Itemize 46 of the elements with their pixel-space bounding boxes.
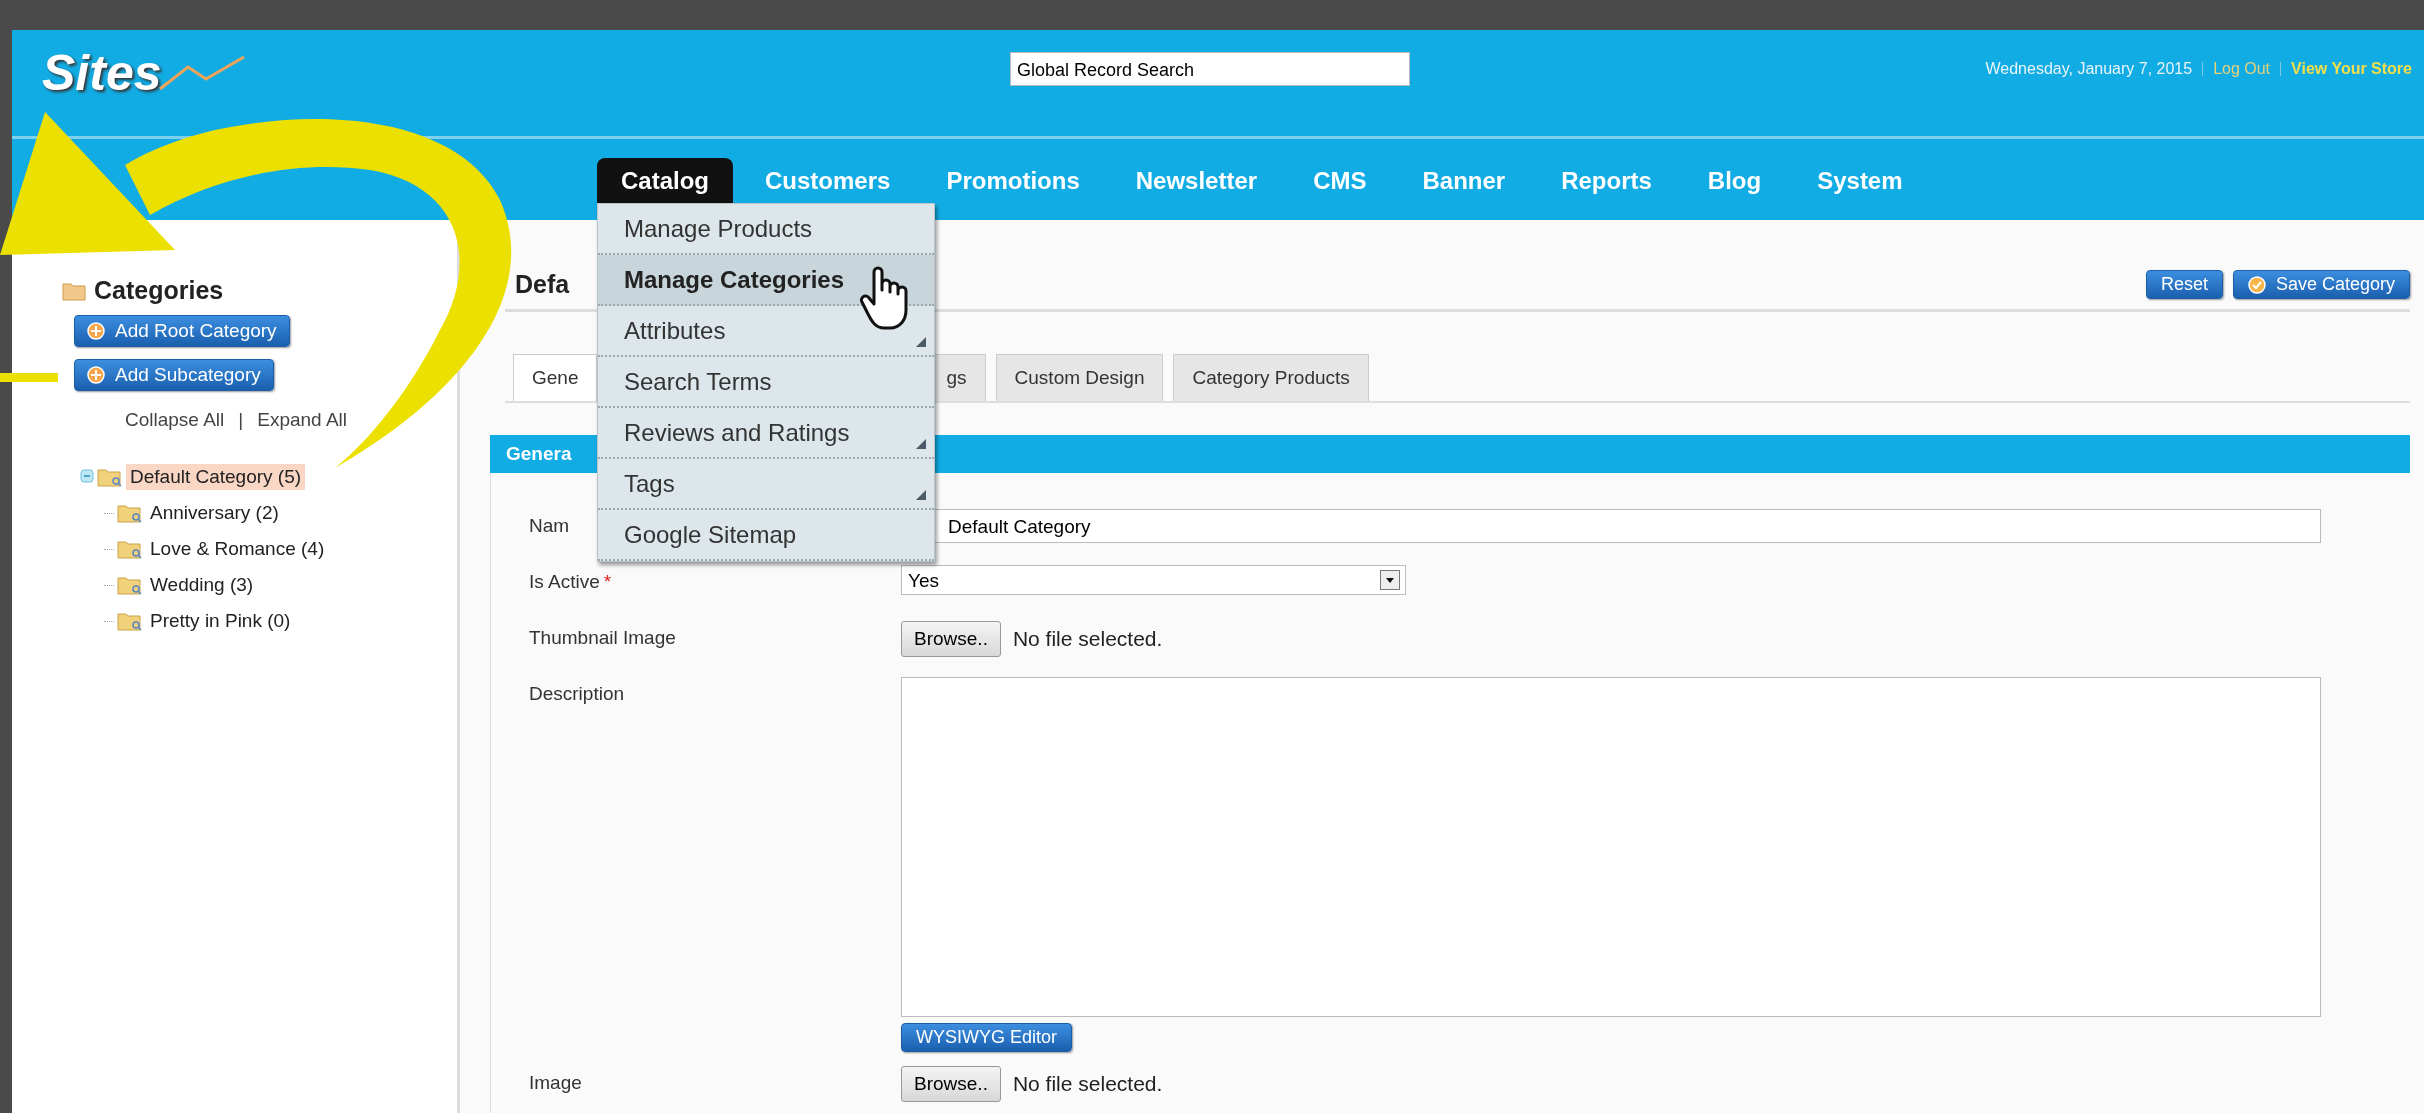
tree-item[interactable]: Wedding (3) [146, 572, 258, 598]
tree-item[interactable]: Anniversary (2) [146, 500, 283, 526]
browse-button[interactable]: Browse.. [901, 621, 1001, 657]
plus-circle-icon [87, 366, 105, 384]
add-category-button[interactable]: Add Subcategory [74, 359, 274, 391]
description-field[interactable] [901, 677, 2321, 1017]
folder-icon [62, 280, 86, 301]
save-button[interactable]: Save Category [2232, 270, 2410, 299]
tree-item[interactable]: Default Category (5) [126, 464, 306, 490]
tab[interactable]: Category Products [1173, 354, 1369, 401]
collapse-all-link[interactable]: Collapse All [125, 409, 225, 431]
add-category-button[interactable]: Add Root Category [74, 315, 290, 347]
field-label: Is Active * [529, 571, 612, 592]
nav-item[interactable]: Catalog [597, 158, 733, 203]
plus-circle-icon [87, 322, 105, 340]
date-text: Wednesday, January 7, 2015 [1985, 60, 2193, 78]
field-label: Nam [529, 515, 570, 536]
tab[interactable]: Gene [513, 354, 598, 401]
file-status-text: No file selected. [1012, 1072, 1163, 1096]
folder-icon [117, 610, 143, 632]
folder-icon [117, 502, 143, 524]
sidebar-title: Categories [94, 276, 224, 305]
expand-all-link[interactable]: Expand All [257, 409, 347, 431]
submenu-arrow-icon [916, 490, 926, 500]
field-label: Thumbnail Image [529, 627, 676, 648]
browse-button[interactable]: Browse.. [901, 1066, 1001, 1102]
hand-cursor-icon [860, 264, 908, 330]
file-status-text: No file selected. [1012, 627, 1163, 651]
editor-button[interactable]: WYSIWYG Editor [901, 1023, 1073, 1052]
menu-item[interactable]: Manage Categories [598, 255, 934, 306]
field-label: Description [529, 683, 625, 704]
field-label: Image [529, 1072, 582, 1093]
submenu-arrow-icon [916, 439, 926, 449]
dropdown-field[interactable]: Yes [901, 565, 1406, 595]
search-field[interactable]: Global Record Search [1010, 52, 1410, 86]
page-title: Defa [515, 270, 570, 299]
reset-button[interactable]: Reset [2145, 270, 2223, 299]
folder-icon [117, 574, 143, 596]
tab[interactable]: Custom Design [995, 354, 1164, 401]
check-circle-icon [2247, 275, 2266, 294]
tree-item[interactable]: Love & Romance (4) [146, 536, 329, 562]
submenu-arrow-icon [916, 337, 926, 347]
separator-text: | [238, 409, 244, 431]
folder-icon [97, 466, 123, 488]
folder-icon [117, 538, 143, 560]
tree-item[interactable]: Pretty in Pink (0) [146, 608, 295, 634]
